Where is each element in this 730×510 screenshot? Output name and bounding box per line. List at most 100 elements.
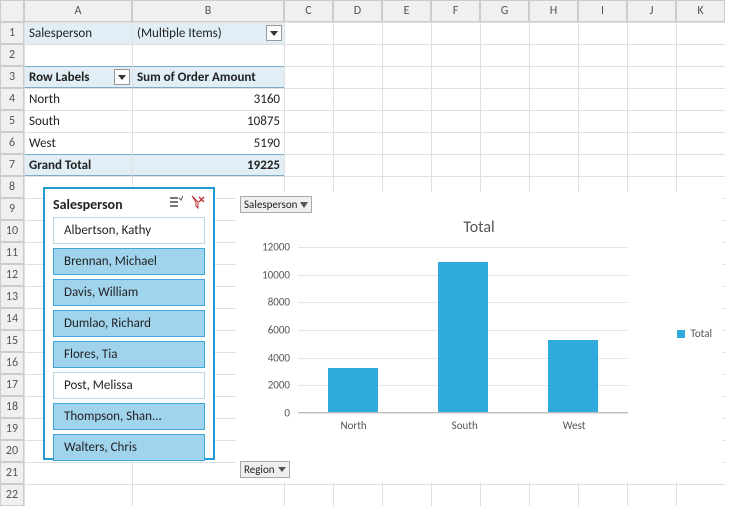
row-header-6[interactable]: 6 [0,132,24,154]
row-header-7[interactable]: 7 [0,154,24,176]
cell-C5[interactable] [284,110,333,132]
column-header-F[interactable]: F [431,0,480,22]
cell-B1[interactable]: (Multiple Items) [132,22,284,44]
cell-A5[interactable]: South [24,110,132,132]
column-header-H[interactable]: H [529,0,578,22]
chart-field-salesperson-button[interactable]: Salesperson [240,196,312,213]
cell-E5[interactable] [382,110,431,132]
cell-B6[interactable]: 5190 [132,132,284,154]
row-header-16[interactable]: 16 [0,352,24,374]
cell-E4[interactable] [382,88,431,110]
cell-E22[interactable] [382,484,431,506]
cell-B7[interactable]: 19225 [132,154,284,176]
column-header-D[interactable]: D [333,0,382,22]
row-header-11[interactable]: 11 [0,242,24,264]
cell-F2[interactable] [431,44,480,66]
cell-A22[interactable] [24,484,132,506]
cell-A3[interactable]: Row Labels [24,66,132,88]
slicer-item[interactable]: Flores, Tia [53,341,205,368]
row-header-21[interactable]: 21 [0,462,24,484]
row-header-17[interactable]: 17 [0,374,24,396]
slicer-item[interactable]: Davis, William [53,279,205,306]
cell-H6[interactable] [529,132,578,154]
row-labels-dropdown-button[interactable] [114,69,130,85]
cell-B22[interactable] [132,484,284,506]
cell-I4[interactable] [578,88,627,110]
cell-E2[interactable] [382,44,431,66]
column-header-I[interactable]: I [578,0,627,22]
cell-F4[interactable] [431,88,480,110]
cell-K2[interactable] [676,44,725,66]
cell-K6[interactable] [676,132,725,154]
slicer-item[interactable]: Walters, Chris [53,434,205,461]
cell-A2[interactable] [24,44,132,66]
pivot-chart[interactable]: Salesperson Region Total 020004000600080… [236,192,722,482]
row-header-12[interactable]: 12 [0,264,24,286]
column-header-K[interactable]: K [676,0,725,22]
slicer-panel[interactable]: Salesperson Albertson, KathyBrennan, Mic… [43,187,215,460]
cell-B2[interactable] [132,44,284,66]
cell-D3[interactable] [333,66,382,88]
column-header-G[interactable]: G [480,0,529,22]
row-header-3[interactable]: 3 [0,66,24,88]
cell-G1[interactable] [480,22,529,44]
cell-C6[interactable] [284,132,333,154]
column-header-A[interactable]: A [24,0,132,22]
multi-select-icon[interactable] [169,195,183,213]
cell-J2[interactable] [627,44,676,66]
cell-I5[interactable] [578,110,627,132]
cell-G2[interactable] [480,44,529,66]
cell-B4[interactable]: 3160 [132,88,284,110]
cell-I6[interactable] [578,132,627,154]
cell-J1[interactable] [627,22,676,44]
chart-field-region-button[interactable]: Region [240,461,290,478]
cell-H5[interactable] [529,110,578,132]
column-header-C[interactable]: C [284,0,333,22]
select-all-corner[interactable] [0,0,24,22]
cell-A6[interactable]: West [24,132,132,154]
slicer-item[interactable]: Thompson, Shan... [53,403,205,430]
cell-E7[interactable] [382,154,431,176]
cell-H2[interactable] [529,44,578,66]
cell-D22[interactable] [333,484,382,506]
row-header-20[interactable]: 20 [0,440,24,462]
cell-F5[interactable] [431,110,480,132]
cell-F22[interactable] [431,484,480,506]
cell-J6[interactable] [627,132,676,154]
cell-F6[interactable] [431,132,480,154]
chart-bar[interactable] [438,262,488,412]
cell-C2[interactable] [284,44,333,66]
cell-G4[interactable] [480,88,529,110]
row-header-18[interactable]: 18 [0,396,24,418]
cell-F3[interactable] [431,66,480,88]
cell-H3[interactable] [529,66,578,88]
cell-D7[interactable] [333,154,382,176]
row-header-13[interactable]: 13 [0,286,24,308]
cell-D4[interactable] [333,88,382,110]
slicer-item[interactable]: Albertson, Kathy [53,217,205,244]
cell-G7[interactable] [480,154,529,176]
row-header-4[interactable]: 4 [0,88,24,110]
row-header-8[interactable]: 8 [0,176,24,198]
cell-D5[interactable] [333,110,382,132]
row-header-5[interactable]: 5 [0,110,24,132]
cell-K4[interactable] [676,88,725,110]
cell-G6[interactable] [480,132,529,154]
cell-A4[interactable]: North [24,88,132,110]
cell-K5[interactable] [676,110,725,132]
filter-dropdown-button[interactable] [266,25,282,41]
cell-A1[interactable]: Salesperson [24,22,132,44]
cell-J7[interactable] [627,154,676,176]
row-header-19[interactable]: 19 [0,418,24,440]
chart-bar[interactable] [548,340,598,412]
cell-C3[interactable] [284,66,333,88]
cell-B3[interactable]: Sum of Order Amount [132,66,284,88]
row-header-22[interactable]: 22 [0,484,24,506]
cell-C1[interactable] [284,22,333,44]
cell-H1[interactable] [529,22,578,44]
row-header-15[interactable]: 15 [0,330,24,352]
cell-I1[interactable] [578,22,627,44]
cell-B5[interactable]: 10875 [132,110,284,132]
cell-H7[interactable] [529,154,578,176]
cell-K7[interactable] [676,154,725,176]
